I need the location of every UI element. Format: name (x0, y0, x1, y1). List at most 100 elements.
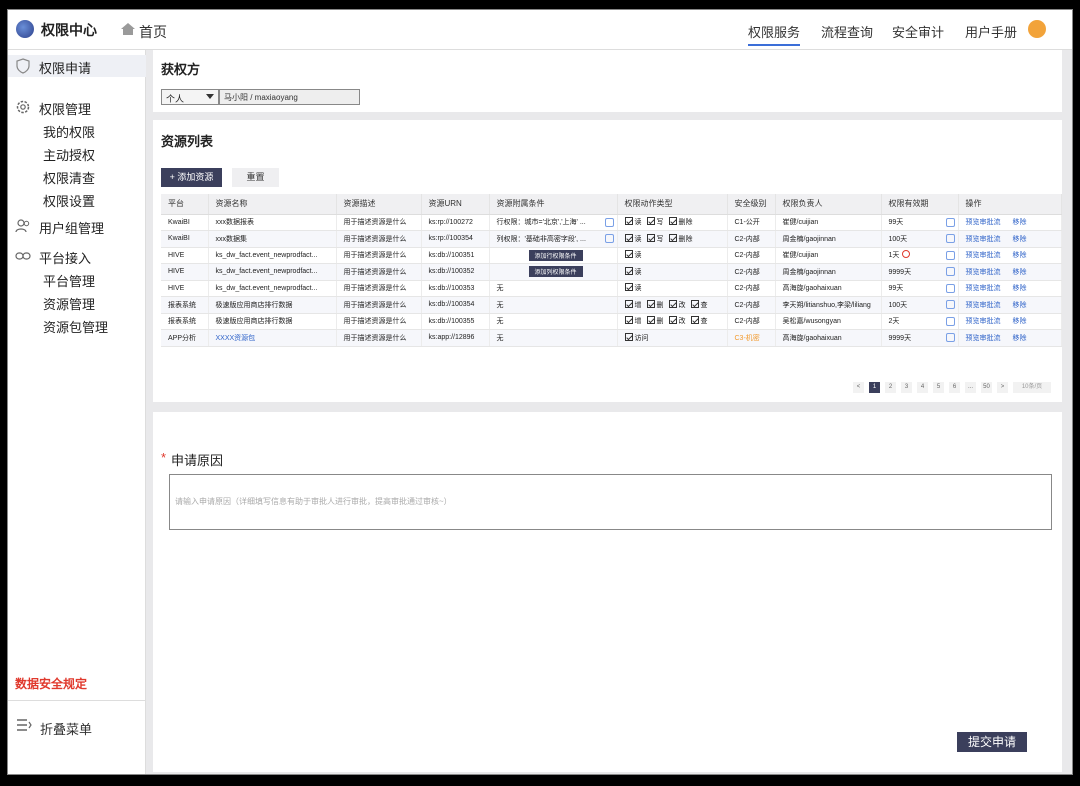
permission-checkbox[interactable]: 查 (690, 316, 708, 325)
preview-approval-link[interactable]: 预览审批流 (966, 236, 1001, 243)
preview-approval-link[interactable]: 预览审批流 (966, 269, 1001, 276)
edit-icon[interactable] (945, 234, 955, 243)
sidebar-item-permission-audit[interactable]: 权限清查 (43, 168, 95, 187)
submit-button[interactable]: 提交申请 (957, 732, 1027, 752)
page-button[interactable]: < (853, 382, 864, 393)
sidebar-item-platform[interactable]: 平台接入 (8, 245, 146, 267)
sidebar-item-my-permissions[interactable]: 我的权限 (43, 122, 95, 141)
reset-button[interactable]: 重置 (232, 168, 279, 187)
page-button[interactable]: 5 (933, 382, 944, 393)
condition-cell: 添加行权限条件 (489, 247, 618, 264)
permission-checkbox[interactable]: 读 (624, 217, 642, 226)
permission-checkbox[interactable]: 删 (646, 299, 664, 309)
nav-user-manual[interactable]: 用户手册 (965, 22, 1017, 41)
permission-checkbox[interactable]: 增 (624, 299, 642, 309)
table-row: HIVE ks_dw_fact.event_newprodfact... 用于描述资… (161, 280, 1062, 297)
remove-link[interactable]: 移除 (1013, 252, 1027, 259)
permission-checkbox[interactable]: 增 (624, 316, 642, 325)
collapse-menu-label[interactable]: 折叠菜单 (40, 719, 92, 738)
nav-permission-service[interactable]: 权限服务 (748, 22, 801, 46)
nav-process-query[interactable]: 流程查询 (821, 22, 873, 41)
page-button[interactable]: ... (965, 382, 976, 393)
permission-checkbox[interactable]: 读 (624, 250, 642, 259)
permission-checkbox[interactable]: 删除 (668, 233, 693, 243)
validity-cell-text: 100天 (888, 301, 908, 309)
page-size-select[interactable]: 10条/页 (1013, 382, 1051, 393)
remove-link[interactable]: 移除 (1013, 219, 1027, 226)
remove-link[interactable]: 移除 (1013, 269, 1027, 276)
edit-icon[interactable] (945, 250, 955, 260)
resource-name-cell[interactable]: XXXX资源包 (208, 329, 337, 347)
edit-icon[interactable] (945, 300, 955, 309)
permission-checkbox[interactable]: 改 (668, 299, 686, 309)
grantee-user-field[interactable]: 马小阳 / maxiaoyang (219, 89, 360, 105)
permission-checkbox[interactable]: 写 (646, 233, 664, 243)
permission-checkbox[interactable]: 读 (624, 283, 642, 292)
permission-checkbox[interactable]: 访问 (624, 332, 649, 342)
home-link[interactable]: 首页 (139, 22, 167, 42)
grantee-type-select[interactable]: 个人 (161, 89, 219, 105)
resource-urn-cell-text: ks:rp://100354 (428, 235, 473, 243)
reason-textarea[interactable]: 请输入申请原因（详细填写信息有助于审批人进行审批，提高审批通过审核~） (169, 474, 1052, 530)
page-button[interactable]: 2 (885, 382, 896, 393)
permission-checkbox[interactable]: 读 (624, 233, 642, 243)
resource-desc-cell-text: 用于描述资源是什么 (343, 301, 407, 309)
sidebar-item-active-grant[interactable]: 主动授权 (43, 145, 95, 164)
edit-icon[interactable] (604, 234, 614, 243)
edit-icon[interactable] (945, 267, 955, 276)
sidebar-item-apply[interactable]: 权限申请 (8, 55, 146, 77)
sidebar-item-resource-pack-manage[interactable]: 资源包管理 (43, 317, 108, 336)
remove-link[interactable]: 移除 (1013, 335, 1027, 342)
data-security-rule-link[interactable]: 数据安全规定 (15, 675, 87, 692)
sidebar-item-usergroup[interactable]: 用户组管理 (8, 215, 146, 237)
preview-approval-link[interactable]: 预览审批流 (966, 302, 1001, 309)
resource-name-cell-text: 极速版应用商店排行数据 (215, 301, 293, 309)
permission-checkbox[interactable]: 删除 (668, 217, 693, 226)
resource-name-cell: 极速版应用商店排行数据 (208, 296, 337, 314)
sidebar-item-manage[interactable]: 权限管理 (8, 96, 146, 118)
page-button[interactable]: 1 (869, 382, 880, 393)
add-condition-button[interactable]: 添加列权限条件 (528, 266, 583, 278)
remove-link[interactable]: 移除 (1013, 318, 1027, 325)
resource-name-cell-text[interactable]: XXXX资源包 (216, 335, 256, 342)
edit-icon[interactable] (945, 283, 955, 293)
add-resource-button[interactable]: + 添加资源 (161, 168, 222, 187)
page-button[interactable]: 6 (949, 382, 960, 393)
edit-icon[interactable] (945, 333, 955, 342)
sidebar-item-permission-settings[interactable]: 权限设置 (43, 191, 95, 210)
edit-icon[interactable] (945, 316, 955, 326)
permission-checkbox[interactable]: 删 (646, 316, 664, 325)
top-bar: 权限中心 首页 权限服务 流程查询 安全审计 用户手册 (8, 10, 1072, 50)
resource-urn-cell-text: ks:rp://100272 (428, 218, 473, 226)
page-button[interactable]: 4 (917, 382, 928, 393)
permission-checkbox[interactable]: 改 (668, 316, 686, 325)
remove-link[interactable]: 移除 (1013, 285, 1027, 292)
sidebar-item-platform-manage[interactable]: 平台管理 (43, 271, 95, 290)
nav-security-audit[interactable]: 安全审计 (892, 22, 944, 41)
permission-label: 写 (656, 235, 664, 243)
remove-link[interactable]: 移除 (1013, 302, 1027, 309)
add-condition-button[interactable]: 添加行权限条件 (528, 249, 583, 261)
platform-cell: HIVE (161, 280, 209, 297)
remove-link[interactable]: 移除 (1013, 236, 1027, 243)
security-level-cell: C2-内部 (727, 263, 776, 281)
page-button[interactable]: > (997, 382, 1008, 393)
permission-checkbox[interactable]: 写 (646, 217, 664, 226)
page-button[interactable]: 3 (901, 382, 912, 393)
preview-approval-link[interactable]: 预览审批流 (966, 252, 1001, 259)
avatar[interactable] (1028, 20, 1046, 38)
preview-approval-link[interactable]: 预览审批流 (966, 318, 1001, 325)
page-button[interactable]: 50 (981, 382, 992, 393)
preview-approval-link[interactable]: 预览审批流 (966, 219, 1001, 226)
permission-checkbox[interactable]: 查 (690, 299, 708, 309)
security-level-cell-text: C2-内部 (734, 318, 760, 326)
permission-checkbox[interactable]: 读 (624, 266, 642, 276)
owner-cell: 李天朔/litianshuo,李梁/liliang (775, 296, 882, 314)
sidebar-item-resource-manage[interactable]: 资源管理 (43, 294, 95, 313)
edit-icon[interactable] (945, 217, 955, 227)
home-icon[interactable] (120, 22, 136, 36)
preview-approval-link[interactable]: 预览审批流 (966, 335, 1001, 342)
collapse-menu-icon[interactable] (16, 718, 32, 732)
preview-approval-link[interactable]: 预览审批流 (966, 285, 1001, 292)
edit-icon[interactable] (604, 217, 614, 227)
